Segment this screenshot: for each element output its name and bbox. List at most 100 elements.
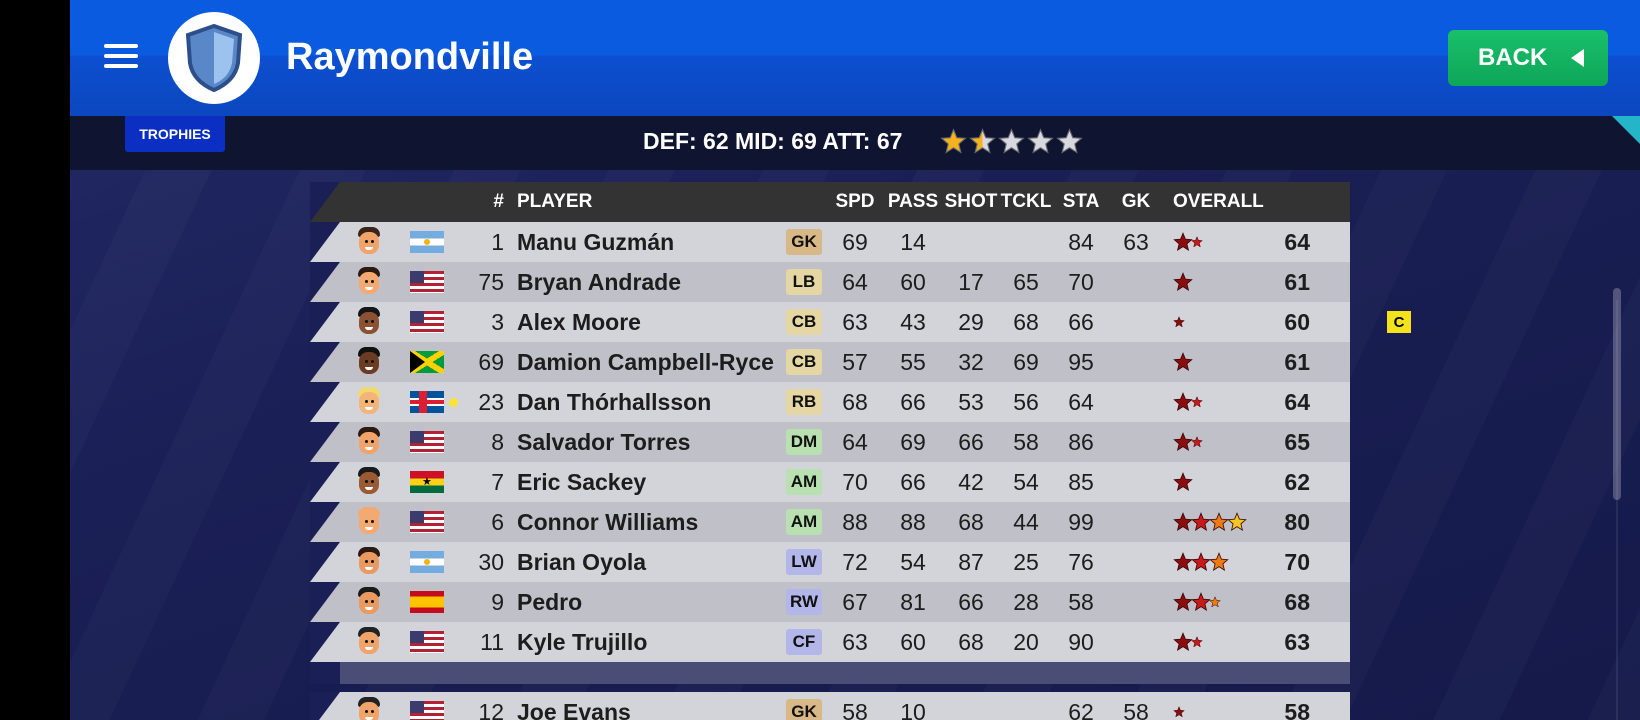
col-header-shot[interactable]: SHOT [945, 182, 998, 222]
player-avatar-icon [356, 467, 382, 497]
player-row[interactable]: 1 Manu Guzmán GK 69 14 84 63 64 [310, 222, 1350, 262]
position-cell: RW [786, 582, 822, 622]
player-name: Alex Moore [517, 308, 641, 335]
stat-tckl: 69 [1013, 348, 1039, 375]
trophies-button[interactable]: TROPHIES [125, 116, 225, 152]
player-name: Pedro [517, 588, 583, 615]
stat-pass: 14 [900, 228, 926, 255]
position-cell: GK [786, 222, 822, 262]
col-header-spd[interactable]: SPD [835, 182, 875, 222]
stat-tckl: 20 [1013, 628, 1039, 655]
player-row[interactable]: 75 Bryan Andrade LB 64 60 17 65 70 61 [310, 262, 1350, 302]
col-header-overall[interactable]: OVERALL [1173, 182, 1264, 222]
position-cell: LB [786, 262, 822, 302]
stat-sta: 66 [1068, 308, 1094, 335]
position-badge: CB [786, 349, 822, 375]
corner-accent [1612, 116, 1640, 144]
star-icon [1191, 592, 1211, 611]
stat-spd: 58 [842, 698, 868, 720]
player-star-rating [1173, 222, 1263, 262]
flag-es-icon [410, 591, 444, 613]
player-row[interactable]: 7 Eric Sackey AM 70 66 42 54 85 62 [310, 462, 1350, 502]
flag-us-icon [410, 431, 444, 453]
player-row[interactable]: 23 Dan Thórhallsson RB 68 66 53 56 64 64 [310, 382, 1350, 422]
player-number: 75 [478, 268, 504, 295]
player-row[interactable]: 9 Pedro RW 67 81 66 28 58 68 [310, 582, 1350, 622]
position-cell: CB [786, 302, 822, 342]
team-crest-icon [168, 12, 260, 104]
col-header-sta[interactable]: STA [1060, 182, 1102, 222]
player-row[interactable]: 11 Kyle Trujillo CF 63 60 68 20 90 63 [310, 622, 1350, 662]
starters-list: 1 Manu Guzmán GK 69 14 84 63 64 75 Bryan Andrade L… [310, 222, 1350, 662]
col-header-player[interactable]: PLAYER [517, 182, 782, 222]
player-avatar [354, 542, 384, 582]
position-cell: CB [786, 342, 822, 382]
stat-sta: 58 [1068, 588, 1094, 615]
back-button[interactable]: BACK [1448, 30, 1608, 86]
player-row[interactable]: 69 Damion Campbell-Ryce CB 57 55 32 69 95 61 [310, 342, 1350, 382]
position-badge: RB [786, 389, 822, 415]
position-badge: GK [786, 699, 822, 720]
player-avatar [354, 622, 384, 662]
position-cell: CF [786, 622, 822, 662]
player-number: 23 [478, 388, 504, 415]
overall-rating: 64 [1284, 228, 1310, 255]
half-star-icon [1191, 636, 1203, 648]
top-header: Raymondville BACK [70, 0, 1640, 116]
player-name: Kyle Trujillo [517, 628, 648, 655]
player-name: Salvador Torres [517, 428, 691, 455]
nationality-flag [410, 262, 444, 302]
player-row[interactable]: 3 Alex Moore CB 63 43 29 68 66 60 [310, 302, 1350, 342]
stat-shot: 87 [958, 548, 984, 575]
stat-shot: 17 [958, 268, 984, 295]
stat-spd: 69 [842, 228, 868, 255]
stat-sta: 76 [1068, 548, 1094, 575]
player-avatar-icon [356, 227, 382, 257]
stat-shot: 29 [958, 308, 984, 335]
star-icon [1173, 272, 1193, 291]
player-avatar [354, 462, 384, 502]
position-badge: AM [786, 469, 822, 495]
stat-sta: 99 [1068, 508, 1094, 535]
player-number: 6 [491, 508, 504, 535]
player-row[interactable]: 6 Connor Williams AM 88 88 68 44 99 80 [310, 502, 1350, 542]
stat-shot: 42 [958, 468, 984, 495]
overall-rating: 60 [1284, 308, 1310, 335]
col-header-tckl[interactable]: TCKL [1000, 182, 1052, 222]
stat-spd: 64 [842, 428, 868, 455]
player-name: Brian Oyola [517, 548, 647, 575]
position-badge: LW [786, 549, 822, 575]
player-name: Bryan Andrade [517, 268, 682, 295]
back-button-label: BACK [1478, 44, 1548, 71]
player-name: Damion Campbell-Ryce [517, 348, 774, 375]
stat-shot: 66 [958, 428, 984, 455]
player-star-rating [1173, 262, 1263, 302]
player-star-rating [1173, 342, 1263, 382]
player-number: 1 [491, 228, 504, 255]
player-row[interactable]: 8 Salvador Torres DM 64 69 66 58 86 65 [310, 422, 1350, 462]
player-row[interactable]: 30 Brian Oyola LW 72 54 87 25 76 70 [310, 542, 1350, 582]
hamburger-menu-icon[interactable] [104, 44, 138, 70]
nationality-flag [410, 382, 444, 422]
player-row[interactable]: 12 Joe Evans GK 58 10 62 58 58 [310, 692, 1350, 720]
nationality-flag [410, 302, 444, 342]
col-header-number[interactable]: # [460, 182, 504, 222]
player-avatar-icon [356, 267, 382, 297]
position-badge: LB [786, 269, 822, 295]
scrollbar-thumb[interactable] [1613, 288, 1621, 500]
overall-rating: 65 [1284, 428, 1310, 455]
nationality-flag [410, 462, 444, 502]
player-number: 3 [491, 308, 504, 335]
captain-badge: C [1387, 311, 1411, 333]
player-avatar [354, 382, 384, 422]
player-star-rating [1173, 382, 1263, 422]
player-avatar-icon [356, 507, 382, 537]
player-avatar [354, 692, 384, 720]
player-avatar-icon [356, 587, 382, 617]
col-header-gk[interactable]: GK [1116, 182, 1156, 222]
col-header-pass[interactable]: PASS [886, 182, 940, 222]
flag-is-icon [410, 391, 444, 413]
player-star-rating [1173, 462, 1263, 502]
stat-shot: 66 [958, 588, 984, 615]
star-icon [1209, 512, 1229, 531]
